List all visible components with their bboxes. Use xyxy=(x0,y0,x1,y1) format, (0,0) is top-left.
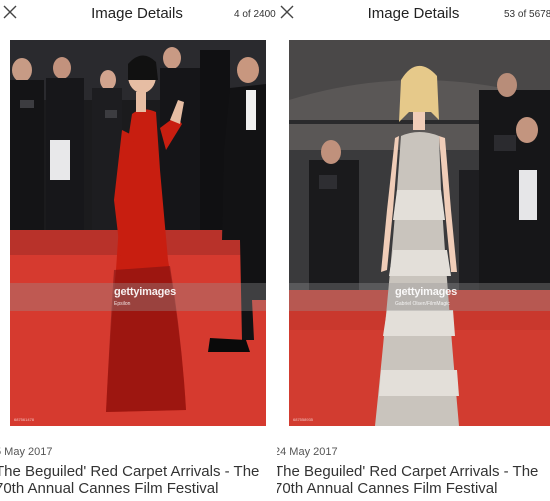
header-bar: Image Details 4 of 2400 xyxy=(0,0,276,28)
image-id: 687558935 xyxy=(293,417,314,422)
header-bar: Image Details 53 of 5678 xyxy=(277,0,550,28)
caption-line: The Beguiled' Red Carpet Arrivals - The xyxy=(0,463,260,480)
watermark-text: gettyimages xyxy=(395,286,457,298)
photo-credit: Epsilon xyxy=(114,301,131,307)
image-counter: 4 of 2400 xyxy=(234,9,276,20)
close-button[interactable] xyxy=(2,4,20,22)
caption-line: 70th Annual Cannes Film Festival xyxy=(277,480,498,497)
event-photo[interactable]: gettyimages Gabriel Olsen/FilmMagic 6875… xyxy=(289,40,550,426)
image-id: 687561478 xyxy=(14,417,35,422)
close-icon xyxy=(3,5,17,19)
photo-image xyxy=(289,40,550,426)
photo-caption[interactable]: The Beguiled' Red Carpet Arrivals - The … xyxy=(0,463,259,497)
image-counter: 53 of 5678 xyxy=(504,9,550,20)
watermark-text: gettyimages xyxy=(114,286,176,298)
photo-caption[interactable]: The Beguiled' Red Carpet Arrivals - The … xyxy=(277,463,538,497)
photo-image xyxy=(10,40,266,426)
caption-line: 70th Annual Cannes Film Festival xyxy=(0,480,219,497)
photo-date: 5 May 2017 xyxy=(0,446,53,458)
image-details-panel-left: Image Details 4 of 2400 gettyimages Epsi… xyxy=(0,0,276,501)
image-details-panel-right: Image Details 53 of 5678 gettyimages Gab… xyxy=(277,0,550,501)
caption-line: The Beguiled' Red Carpet Arrivals - The xyxy=(277,463,539,480)
photo-credit: Gabriel Olsen/FilmMagic xyxy=(395,301,450,307)
photo-date: 24 May 2017 xyxy=(277,446,338,458)
event-photo[interactable]: gettyimages Epsilon 687561478 xyxy=(10,40,266,426)
